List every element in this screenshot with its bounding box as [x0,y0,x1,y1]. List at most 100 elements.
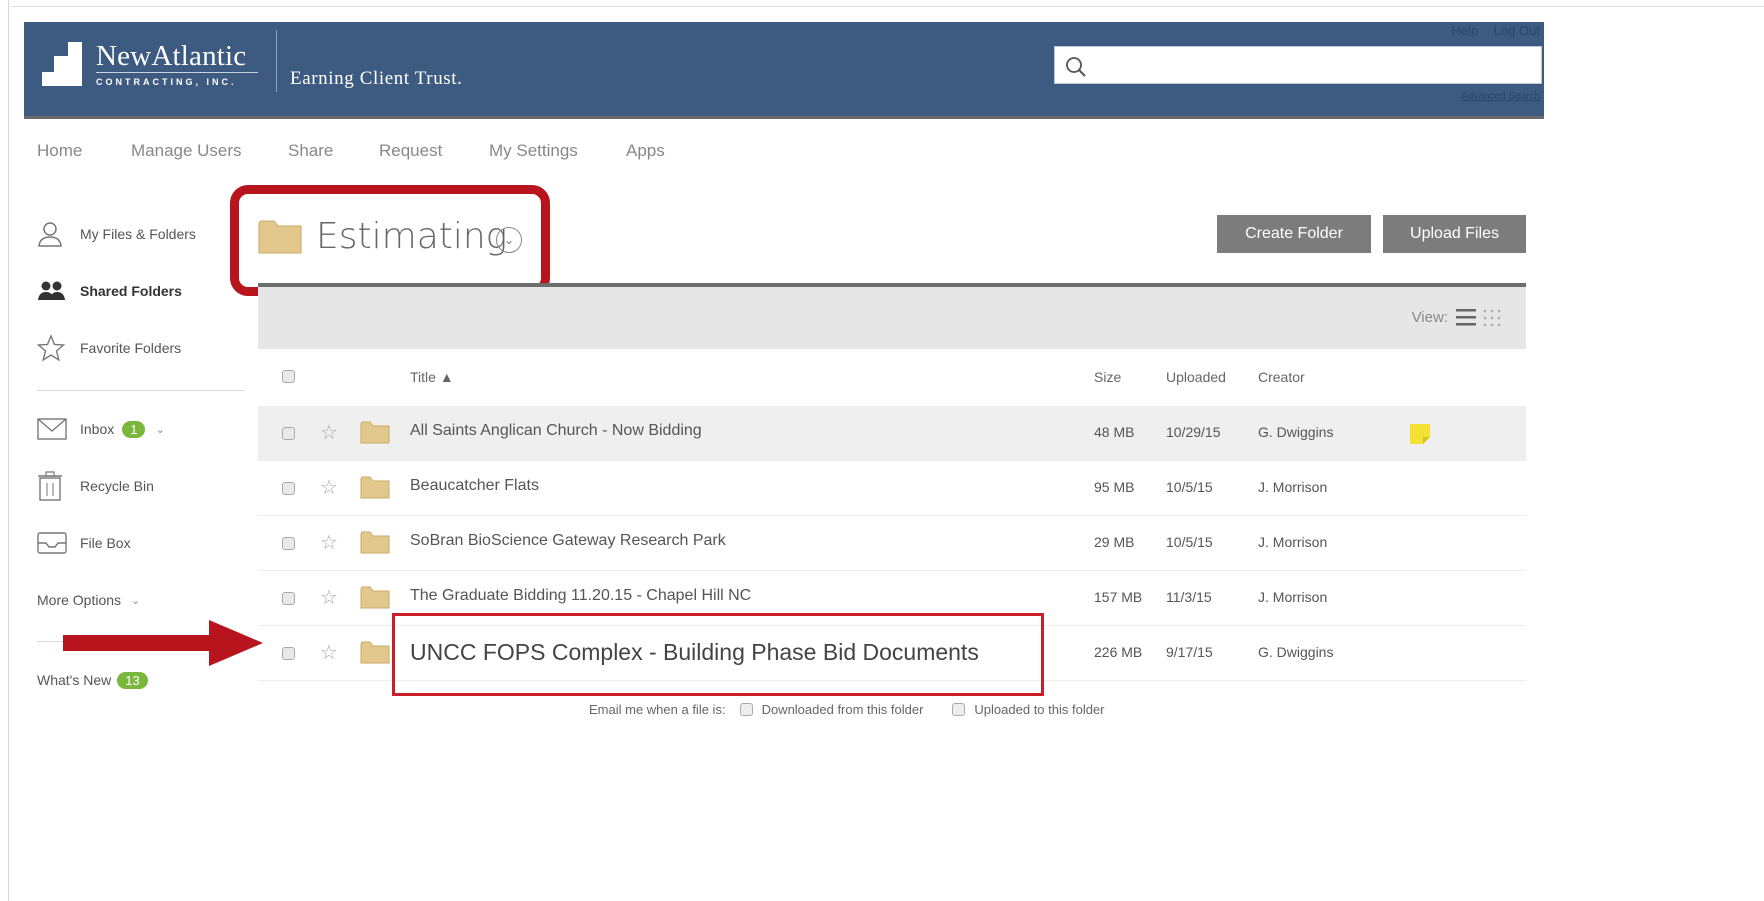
search-icon [1066,57,1086,77]
sidebar-item-label: What's New [37,672,112,688]
nav-my-settings[interactable]: My Settings [489,141,578,161]
row-checkbox[interactable] [282,647,295,660]
header-underline [24,116,1544,119]
nav-request[interactable]: Request [379,141,442,161]
row-uploaded: 10/5/15 [1166,479,1213,495]
email-label: Email me when a file is: [589,702,726,717]
chevron-down-icon: ⌄ [131,594,141,607]
title-column-header[interactable]: Title ▲ [410,369,454,385]
favorite-star-icon[interactable]: ☆ [320,585,338,610]
favorite-star-icon[interactable]: ☆ [320,475,338,500]
nav-apps[interactable]: Apps [626,141,665,161]
row-creator: G. Dwiggins [1258,424,1334,440]
creator-column-header[interactable]: Creator [1258,369,1305,385]
file-box-icon [37,528,69,558]
logo-rule [96,72,258,73]
uploaded-label: Uploaded to this folder [974,702,1105,717]
folder-icon [360,421,390,444]
logo-subtitle: CONTRACTING, INC. [96,77,237,87]
users-icon [37,276,69,306]
help-link[interactable]: Help [1451,23,1478,38]
folder-icon [360,586,390,609]
sidebar-whats-new[interactable]: What's New 13 [37,665,148,695]
table-header: Title ▲ Size Uploaded Creator [258,352,1526,406]
favorite-star-icon[interactable]: ☆ [320,530,338,555]
table-row[interactable]: ☆ All Saints Anglican Church - Now Biddi… [258,406,1526,461]
nav-manage-users[interactable]: Manage Users [131,141,242,161]
favorite-star-icon[interactable]: ☆ [320,640,338,665]
select-all-checkbox[interactable] [282,370,295,383]
header-divider [276,30,277,92]
row-uploaded: 10/29/15 [1166,424,1221,440]
sidebar-item-shared-folders[interactable]: Shared Folders [37,276,182,306]
grid-view-icon[interactable] [1482,308,1502,328]
downloaded-checkbox[interactable] [739,703,753,716]
window-left-edge [8,0,9,901]
sidebar-divider [37,390,245,391]
trash-icon [37,471,69,501]
row-title[interactable]: The Graduate Bidding 11.20.15 - Chapel H… [410,587,751,605]
row-creator: J. Morrison [1258,479,1328,495]
sidebar-item-favorite-folders[interactable]: Favorite Folders [37,333,181,363]
row-title[interactable]: Beaucatcher Flats [410,477,539,495]
nav-home[interactable]: Home [37,141,82,161]
upload-files-button[interactable]: Upload Files [1383,215,1526,253]
row-creator: J. Morrison [1258,589,1328,605]
row-uploaded: 9/17/15 [1166,644,1213,660]
row-size: 29 MB [1094,534,1135,550]
whats-new-count-badge: 13 [117,671,148,689]
row-checkbox[interactable] [282,427,295,440]
nav-share[interactable]: Share [288,141,333,161]
sidebar-item-my-files[interactable]: My Files & Folders [37,219,196,249]
logout-link[interactable]: Log Out [1494,23,1540,38]
sidebar-item-label: Favorite Folders [80,340,182,356]
size-column-header[interactable]: Size [1094,369,1121,385]
inbox-count-badge: 1 [122,420,146,438]
sidebar-item-label: Shared Folders [80,283,182,299]
folder-icon [360,476,390,499]
search-box[interactable] [1054,46,1542,84]
sidebar-item-inbox[interactable]: Inbox 1 ⌄ [37,414,165,444]
sidebar-item-recycle-bin[interactable]: Recycle Bin [37,471,154,501]
search-input[interactable] [1097,53,1531,79]
view-toolbar: View: [258,287,1526,349]
row-title[interactable]: All Saints Anglican Church - Now Bidding [410,422,702,440]
sidebar-item-label: File Box [80,535,131,551]
row-checkbox[interactable] [282,537,295,550]
chevron-down-icon[interactable]: ⌄ [155,423,164,436]
row-size: 95 MB [1094,479,1135,495]
row-size: 157 MB [1094,589,1143,605]
favorite-star-icon[interactable]: ☆ [320,420,338,445]
sidebar-item-label: Inbox [80,421,115,437]
folder-icon [360,531,390,554]
sidebar-item-label: More Options [37,592,122,608]
annotation-arrow-icon [63,620,263,666]
newatlantic-logo-icon [42,42,94,88]
row-size: 226 MB [1094,644,1143,660]
row-title[interactable]: SoBran BioScience Gateway Research Park [410,532,726,550]
table-row[interactable]: ☆ Beaucatcher Flats 95 MB 10/5/15 J. Mor… [258,461,1526,516]
sidebar-item-label: Recycle Bin [80,478,154,494]
sidebar-more-options[interactable]: More Options ⌄ [37,585,140,615]
advanced-search-link[interactable]: Advanced Search [1461,91,1540,102]
table-row[interactable]: ☆ SoBran BioScience Gateway Research Par… [258,516,1526,571]
uploaded-column-header[interactable]: Uploaded [1166,369,1226,385]
star-outline-icon [37,333,69,363]
create-folder-button[interactable]: Create Folder [1217,215,1371,253]
list-view-icon[interactable] [1456,308,1476,326]
row-uploaded: 10/5/15 [1166,534,1213,550]
sidebar-item-file-box[interactable]: File Box [37,528,131,558]
annotation-row-highlight [392,613,1044,696]
row-uploaded: 11/3/15 [1166,589,1212,605]
sticky-note-icon[interactable] [1410,424,1430,444]
uploaded-checkbox[interactable] [952,703,966,716]
tagline: Earning Client Trust. [290,68,463,89]
row-checkbox[interactable] [282,592,295,605]
logo-name: NewAtlantic [96,40,247,72]
view-label: View: [1411,309,1448,326]
row-checkbox[interactable] [282,482,295,495]
row-creator: G. Dwiggins [1258,644,1334,660]
annotation-title-highlight [230,185,550,296]
window-top-edge [8,6,1764,7]
row-creator: J. Morrison [1258,534,1328,550]
